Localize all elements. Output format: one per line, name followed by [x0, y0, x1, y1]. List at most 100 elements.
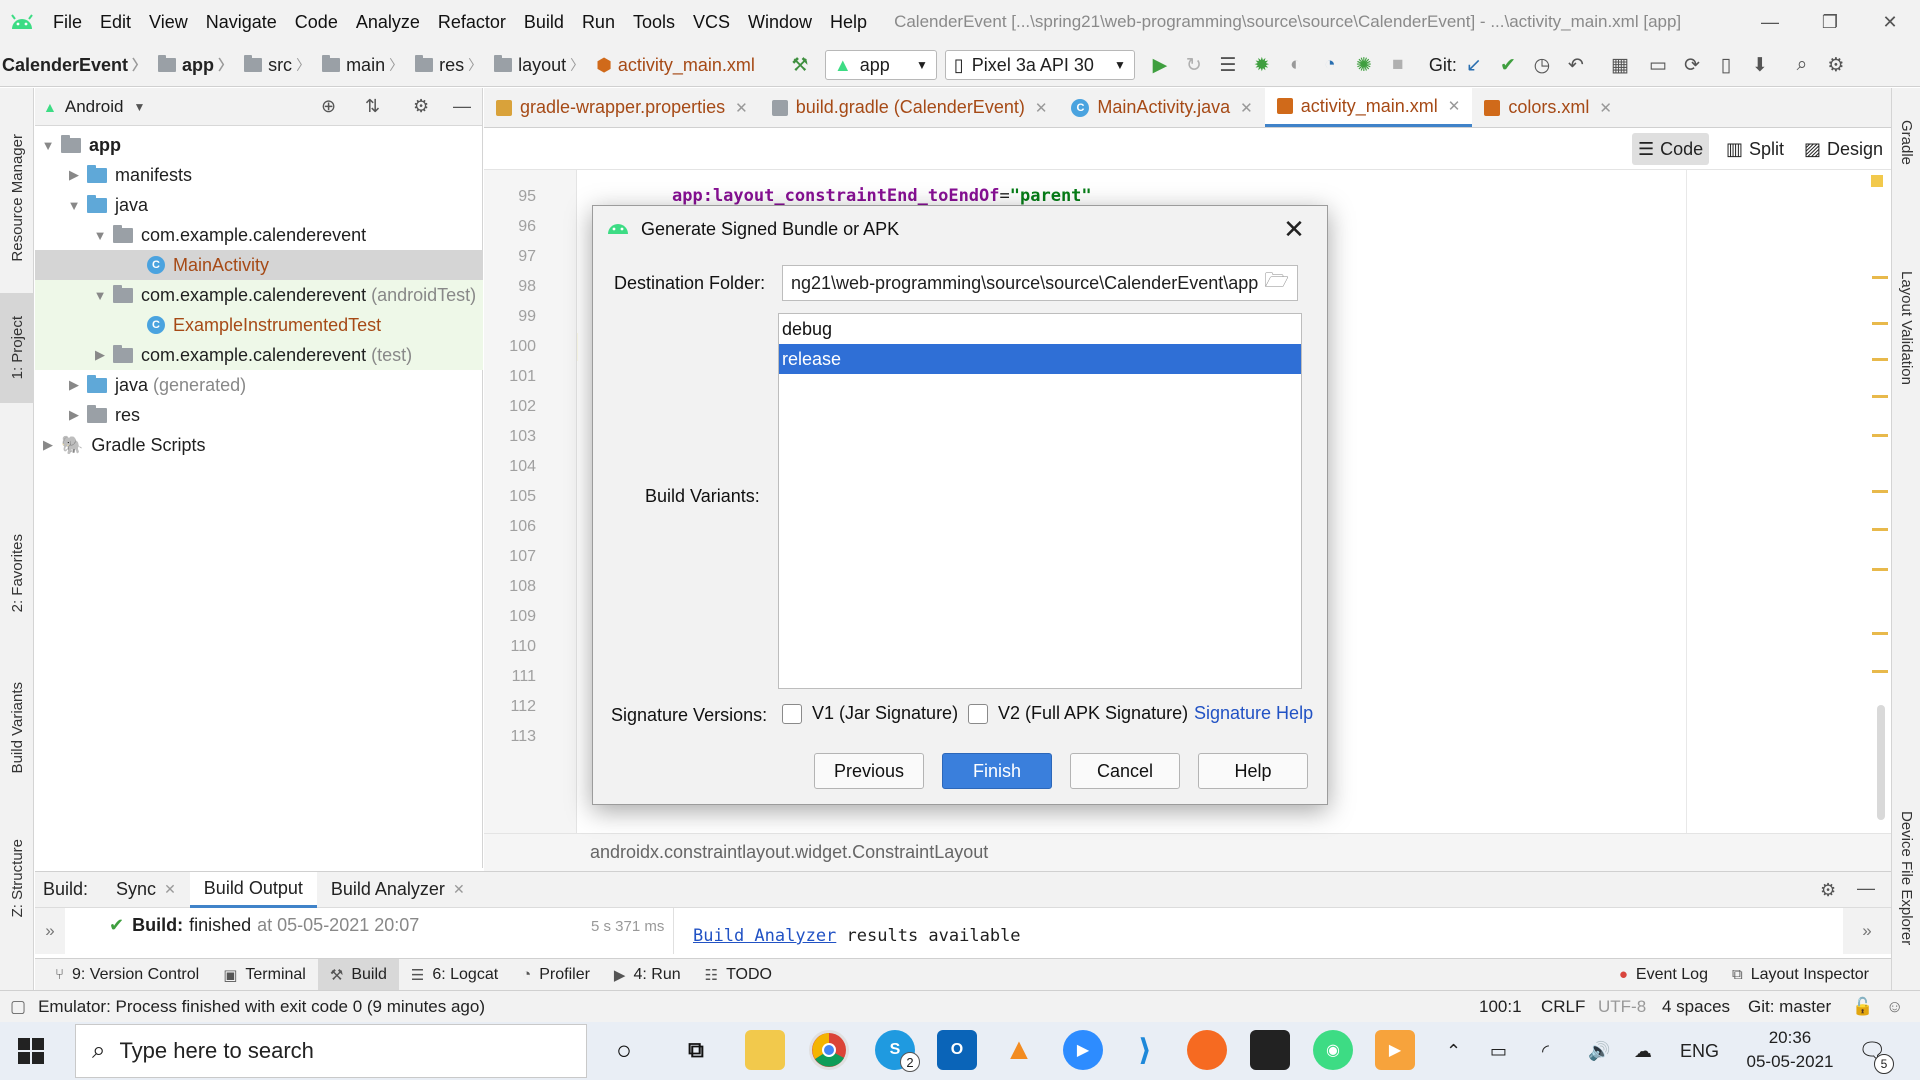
tree-node-app[interactable]: ▼ app	[35, 130, 483, 160]
close-tab-icon[interactable]: ✕	[1599, 99, 1612, 117]
android-studio-taskbar-icon[interactable]: ◉	[1313, 1030, 1353, 1070]
chevron-down-icon[interactable]: ▼	[41, 138, 55, 153]
structure-tab[interactable]: Z: Structure	[0, 823, 34, 933]
v1-signature-checkbox[interactable]: V1 (Jar Signature)	[782, 703, 958, 724]
git-commit-icon[interactable]: ✔	[1491, 48, 1525, 82]
chevron-down-icon[interactable]: ▼	[93, 288, 107, 303]
tree-node-package-test[interactable]: ▶ com.example.calenderevent (test)	[35, 340, 483, 370]
file-explorer-icon[interactable]	[745, 1030, 785, 1070]
git-rollback-icon[interactable]: ↶	[1559, 48, 1593, 82]
git-update-icon[interactable]: ↙	[1457, 48, 1491, 82]
warning-marker[interactable]	[1872, 528, 1888, 531]
previous-button[interactable]: Previous	[814, 753, 924, 789]
inspector-icon[interactable]: ☺	[1886, 997, 1903, 1017]
expand-right-icon[interactable]: »	[1843, 908, 1891, 954]
tab-build-analyzer[interactable]: Build Analyzer ✕	[317, 872, 479, 908]
run-icon[interactable]: ▶	[1143, 48, 1177, 82]
status-panel-icon[interactable]: ▢	[10, 997, 26, 1017]
firefox-icon[interactable]	[1187, 1030, 1227, 1070]
tree-node-exampleinstrumentedtest[interactable]: C ExampleInstrumentedTest	[35, 310, 483, 340]
project-structure-icon[interactable]: ▦	[1603, 48, 1637, 82]
tab-build-gradle[interactable]: build.gradle (CalenderEvent) ✕	[760, 88, 1060, 127]
minimize-icon[interactable]: —	[1740, 0, 1800, 44]
cancel-button[interactable]: Cancel	[1070, 753, 1180, 789]
project-tab[interactable]: 1: Project	[0, 293, 34, 403]
vlc-icon[interactable]: ▲	[999, 1030, 1039, 1070]
signature-help-link[interactable]: Signature Help	[1194, 703, 1313, 724]
chevron-down-icon[interactable]: ▼	[133, 100, 145, 114]
tree-node-package-main[interactable]: ▼ com.example.calenderevent	[35, 220, 483, 250]
device-manager-icon[interactable]: ▯	[1709, 48, 1743, 82]
warning-marker[interactable]	[1872, 568, 1888, 571]
tree-node-gradle-scripts[interactable]: ▶ 🐘 Gradle Scripts	[35, 430, 483, 460]
tree-node-manifests[interactable]: ▶ manifests	[35, 160, 483, 190]
taskbar-clock[interactable]: 20:36 05-05-2021	[1740, 1026, 1840, 1074]
tab-colors[interactable]: colors.xml ✕	[1472, 88, 1624, 127]
tool-todo[interactable]: ☷ TODO	[693, 959, 784, 991]
sdk-manager-icon[interactable]: ⬇	[1743, 48, 1777, 82]
breadcrumb-file[interactable]: ⬢ activity_main.xml	[592, 55, 759, 76]
build-variants-list[interactable]: debug release	[778, 313, 1302, 689]
stop-icon[interactable]: ■	[1381, 48, 1415, 82]
menu-help[interactable]: Help	[821, 0, 876, 44]
tool-profiler[interactable]: ◔ Profiler	[510, 959, 602, 991]
menu-build[interactable]: Build	[515, 0, 573, 44]
tool-event-log[interactable]: ● Event Log	[1607, 959, 1720, 991]
active-app-icon[interactable]: ▶	[1375, 1030, 1415, 1070]
project-view-mode[interactable]: Android	[65, 97, 124, 117]
menu-view[interactable]: View	[140, 0, 197, 44]
warning-marker[interactable]	[1872, 276, 1888, 279]
sync-gradle-icon[interactable]: ⟳	[1675, 48, 1709, 82]
tree-node-res[interactable]: ▶ res	[35, 400, 483, 430]
device-select[interactable]: ▯ Pixel 3a API 30 ▼	[944, 50, 1135, 80]
warning-marker[interactable]	[1872, 434, 1888, 437]
menu-tools[interactable]: Tools	[624, 0, 684, 44]
chrome-icon[interactable]	[809, 1030, 849, 1070]
menu-refactor[interactable]: Refactor	[429, 0, 515, 44]
view-code-button[interactable]: ☰ Code	[1632, 133, 1710, 165]
gear-icon[interactable]: ⚙	[1820, 880, 1836, 901]
status-message[interactable]: Emulator: Process finished with exit cod…	[38, 997, 485, 1017]
menu-run[interactable]: Run	[573, 0, 624, 44]
menu-window[interactable]: Window	[739, 0, 821, 44]
indent-setting[interactable]: 4 spaces	[1662, 997, 1730, 1017]
taskbar-search[interactable]: ⌕ Type here to search	[75, 1024, 587, 1078]
expand-icon[interactable]: »	[35, 908, 65, 954]
help-button[interactable]: Help	[1198, 753, 1308, 789]
zoom-icon[interactable]: ▶	[1063, 1030, 1103, 1070]
breadcrumb-project[interactable]: CalenderEvent 〉	[0, 55, 154, 76]
menu-analyze[interactable]: Analyze	[347, 0, 429, 44]
checkbox-box[interactable]	[782, 703, 802, 724]
cortana-icon[interactable]: ○	[604, 1030, 644, 1070]
close-tab-icon[interactable]: ✕	[1448, 97, 1461, 115]
close-tab-icon[interactable]: ✕	[735, 99, 748, 117]
coverage-shield-icon[interactable]: ◐	[1279, 48, 1313, 82]
menu-vcs[interactable]: VCS	[684, 0, 739, 44]
avd-manager-icon[interactable]: ▭	[1641, 48, 1675, 82]
close-tab-icon[interactable]: ✕	[1240, 99, 1253, 117]
destination-folder-field[interactable]: ng21\web-programming\source\source\Calen…	[782, 265, 1298, 301]
chevron-down-icon[interactable]: ▼	[93, 228, 107, 243]
view-design-button[interactable]: ▨ Design	[1798, 133, 1889, 165]
breadcrumb-src[interactable]: src 〉	[240, 55, 318, 76]
chevron-right-icon[interactable]: ▶	[67, 167, 81, 183]
gear-icon[interactable]: ⚙	[413, 96, 429, 117]
line-separator[interactable]: CRLF	[1541, 997, 1585, 1017]
close-tab-icon[interactable]: ✕	[1035, 99, 1048, 117]
warning-marker[interactable]	[1872, 670, 1888, 673]
task-view-icon[interactable]: ⧉	[676, 1030, 716, 1070]
file-encoding[interactable]: UTF-8	[1598, 997, 1646, 1017]
view-split-button[interactable]: ▥ Split	[1720, 133, 1790, 165]
tree-node-package-androidtest[interactable]: ▼ com.example.calenderevent (androidTest)	[35, 280, 483, 310]
vscode-icon[interactable]: ⟩	[1125, 1030, 1165, 1070]
v2-signature-checkbox[interactable]: V2 (Full APK Signature)	[968, 703, 1188, 724]
build-analyzer-link[interactable]: Build Analyzer	[693, 926, 836, 946]
menu-code[interactable]: Code	[286, 0, 347, 44]
show-hidden-icons[interactable]: ⌃	[1446, 1022, 1461, 1080]
chevron-right-icon[interactable]: ▶	[41, 437, 55, 453]
menu-edit[interactable]: Edit	[91, 0, 140, 44]
chevron-down-icon[interactable]: ▼	[67, 198, 81, 213]
warning-marker[interactable]	[1872, 322, 1888, 325]
breadcrumb-app[interactable]: app 〉	[154, 55, 240, 76]
breadcrumb-layout[interactable]: layout 〉	[490, 55, 592, 76]
